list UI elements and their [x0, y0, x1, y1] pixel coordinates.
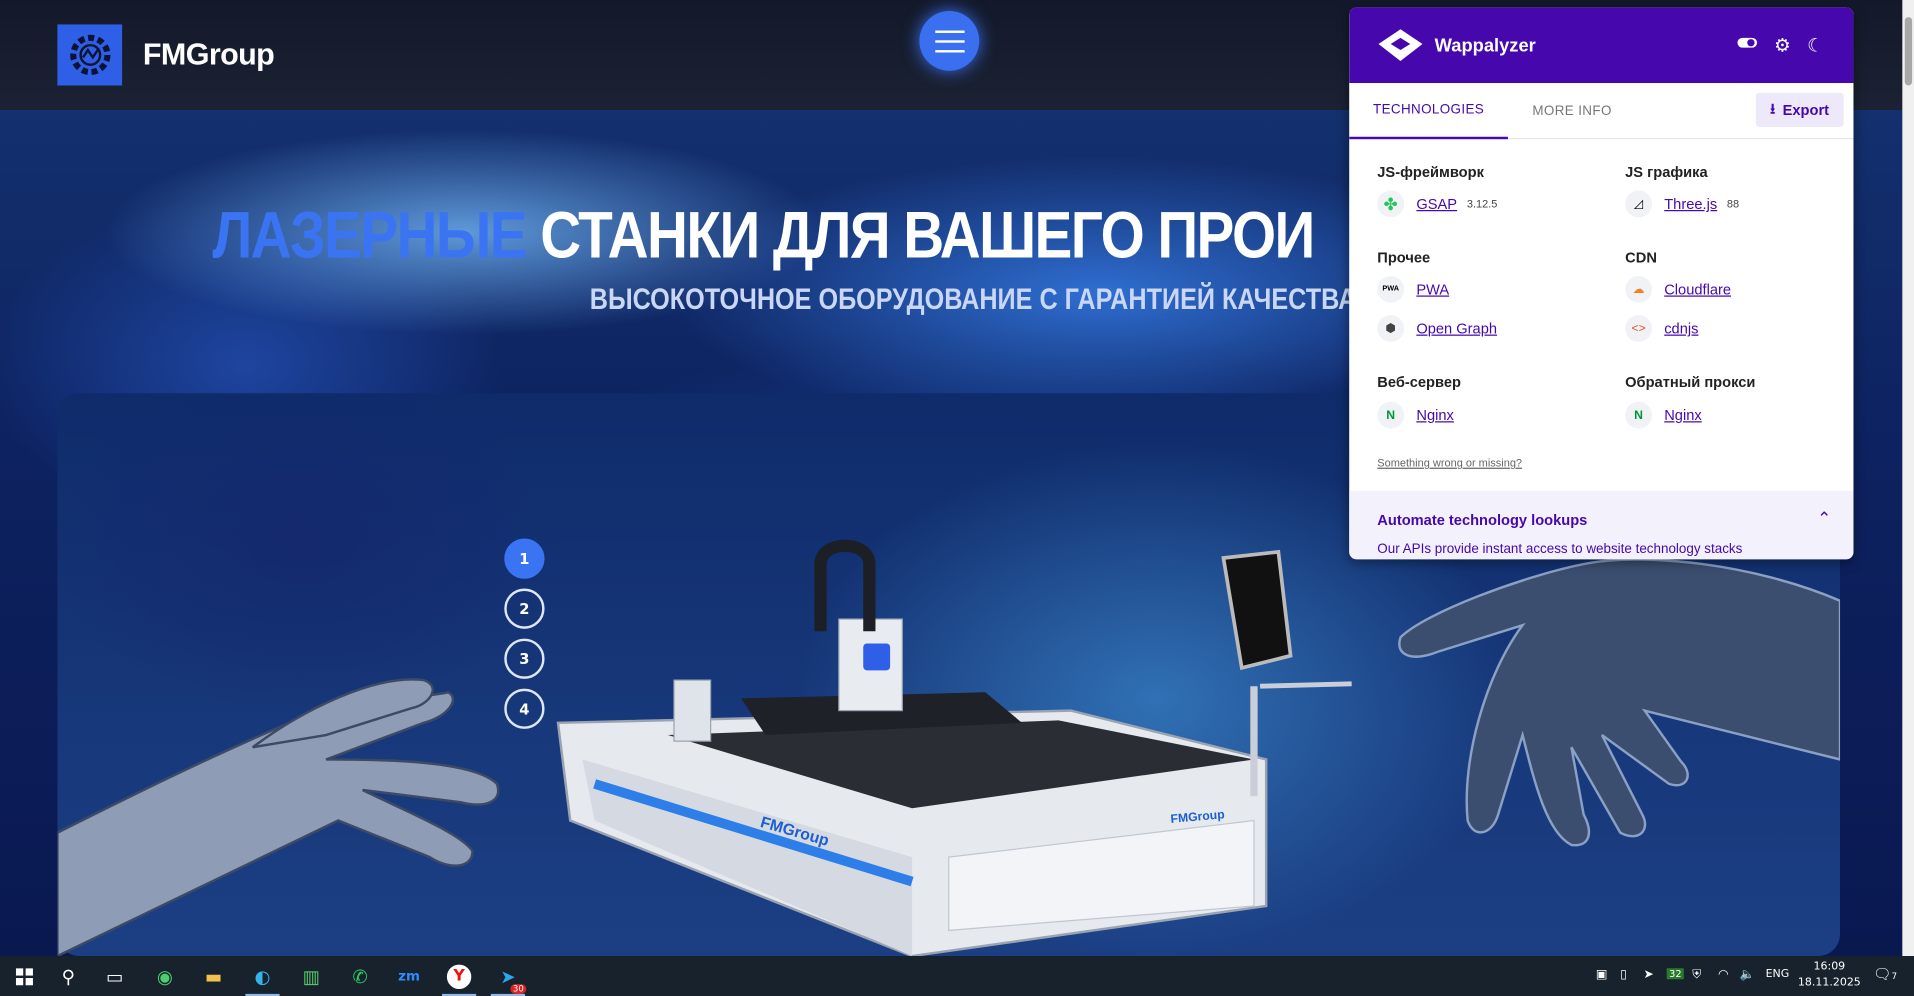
wappalyzer-header: Wappalyzer ⚙ ☾	[1349, 7, 1854, 84]
wappalyzer-popup: Wappalyzer ⚙ ☾ TECHNOLOGIES MORE INFO ⭳ E…	[1349, 7, 1854, 560]
category-web-server: Веб-сервер	[1377, 373, 1461, 391]
cdnjs-icon: <>	[1625, 315, 1653, 342]
app-icon-green[interactable]: ◉	[140, 956, 189, 996]
report-missing-link[interactable]: Something wrong or missing?	[1377, 457, 1522, 469]
slide-step-1[interactable]: 1	[504, 538, 545, 579]
laser-machine-image	[556, 539, 1352, 957]
clock-date: 18.11.2025	[1797, 976, 1861, 990]
slide-step-2[interactable]: 2	[504, 588, 545, 629]
wifi-icon[interactable]: ◠	[1718, 968, 1729, 981]
clock-time: 16:09	[1813, 960, 1846, 974]
automate-text: Our APIs provide instant access to websi…	[1377, 542, 1743, 557]
taskbar: ⚲ ▭ ◉ ▬ ◐ ▥ ✆ zm Y ➤ 30 ▣ ▯ ➤ 32 ⛨ ◠ 🔈 EN…	[0, 956, 1914, 996]
notifications-icon[interactable]: 🗨7	[1873, 966, 1897, 983]
tray-app-icon[interactable]: ▣	[1596, 968, 1608, 981]
tab-more-info[interactable]: MORE INFO	[1532, 83, 1611, 139]
tech-item-pwa[interactable]: PWA PWA	[1377, 275, 1449, 303]
automate-title[interactable]: Automate technology lookups	[1377, 512, 1587, 529]
language-indicator[interactable]: ENG	[1766, 968, 1790, 980]
search-icon[interactable]: ⚲	[44, 956, 93, 996]
notifications-count: 7	[1891, 971, 1898, 982]
export-button[interactable]: ⭳ Export	[1755, 92, 1844, 127]
tech-item-open-graph[interactable]: ⬢ Open Graph	[1377, 315, 1497, 342]
telegram-badge: 30	[510, 984, 527, 994]
page-subtitle: ВЫСОКОТОЧНОЕ ОБОРУДОВАНИЕ С ГАРАНТИЕЙ КА…	[589, 283, 1357, 317]
tech-item-cdnjs[interactable]: <> cdnjs	[1625, 315, 1698, 342]
menu-button[interactable]	[919, 10, 980, 71]
scrollbar-thumb[interactable]	[1904, 17, 1913, 86]
toggle-icon[interactable]	[1736, 34, 1758, 55]
tech-item-nginx-server[interactable]: N Nginx	[1377, 401, 1454, 429]
yandex-browser-icon[interactable]: Y	[435, 956, 484, 996]
windows-start-icon[interactable]	[0, 956, 49, 996]
robot-hand-right-icon	[1398, 558, 1842, 847]
moon-icon[interactable]: ☾	[1807, 34, 1823, 56]
export-label: Export	[1782, 101, 1830, 119]
pwa-icon: PWA	[1377, 275, 1405, 303]
download-icon: ⭳	[1770, 99, 1776, 117]
usb-icon[interactable]: ▯	[1620, 968, 1627, 981]
wappalyzer-tabs: TECHNOLOGIES MORE INFO ⭳ Export	[1349, 83, 1854, 140]
category-reverse-proxy: Обратный прокси	[1625, 373, 1756, 391]
task-view-icon[interactable]: ▭	[90, 956, 139, 996]
slide-step-3[interactable]: 3	[504, 638, 545, 679]
tray-telegram-icon[interactable]: ➤	[1643, 968, 1653, 981]
edge-browser-icon[interactable]: ◐	[238, 956, 287, 996]
nginx-icon: N	[1625, 401, 1653, 429]
tech-item-nginx-proxy[interactable]: N Nginx	[1625, 401, 1702, 429]
title-rest: СТАНКИ ДЛЯ ВАШЕГО ПРОИ	[526, 199, 1315, 273]
telegram-icon[interactable]: ➤ 30	[484, 956, 533, 996]
tech-item-gsap[interactable]: ✤ GSAP 3.12.5	[1377, 190, 1497, 218]
screen: FMGroup ЛАЗЕРНЫЕ СТАНКИ ДЛЯ ВАШЕГО ПРОИ …	[0, 0, 1914, 996]
slide-step-4[interactable]: 4	[504, 688, 545, 729]
gsap-icon: ✤	[1377, 190, 1405, 218]
book-app-icon[interactable]: ▥	[287, 956, 336, 996]
tab-technologies[interactable]: TECHNOLOGIES	[1349, 83, 1508, 140]
category-js-framework: JS-фреймворк	[1377, 163, 1484, 181]
category-other: Прочее	[1377, 249, 1431, 267]
robot-hand-left-icon	[56, 678, 500, 957]
clock[interactable]: 16:09 18.11.2025	[1798, 960, 1861, 992]
wappalyzer-logo-icon	[1378, 29, 1423, 62]
threejs-icon: ◿	[1625, 190, 1653, 218]
cloudflare-icon: ☁	[1625, 275, 1653, 303]
chevron-up-icon[interactable]: ⌃	[1817, 508, 1831, 529]
category-js-graphics: JS графика	[1625, 163, 1708, 181]
wappalyzer-title: Wappalyzer	[1434, 34, 1536, 56]
opengraph-icon: ⬢	[1377, 315, 1405, 342]
logo-icon[interactable]	[57, 24, 123, 86]
title-accent: ЛАЗЕРНЫЕ	[212, 199, 527, 273]
whatsapp-icon[interactable]: ✆	[336, 956, 385, 996]
volume-icon[interactable]: 🔈	[1740, 968, 1755, 981]
gear-icon[interactable]: ⚙	[1774, 34, 1790, 56]
page-scrollbar[interactable]	[1902, 0, 1914, 957]
tray-badge[interactable]: 32	[1666, 968, 1684, 980]
file-explorer-icon[interactable]: ▬	[189, 956, 238, 996]
shield-icon[interactable]: ⛨	[1692, 968, 1701, 981]
zoom-icon[interactable]: zm	[385, 956, 434, 996]
category-cdn: CDN	[1625, 249, 1657, 267]
tech-item-threejs[interactable]: ◿ Three.js 88	[1625, 190, 1739, 218]
logo-text[interactable]: FMGroup	[143, 38, 275, 73]
nginx-icon: N	[1377, 401, 1405, 429]
tech-item-cloudflare[interactable]: ☁ Cloudflare	[1625, 275, 1731, 303]
automate-section: Automate technology lookups ⌃ Our APIs p…	[1349, 490, 1854, 560]
